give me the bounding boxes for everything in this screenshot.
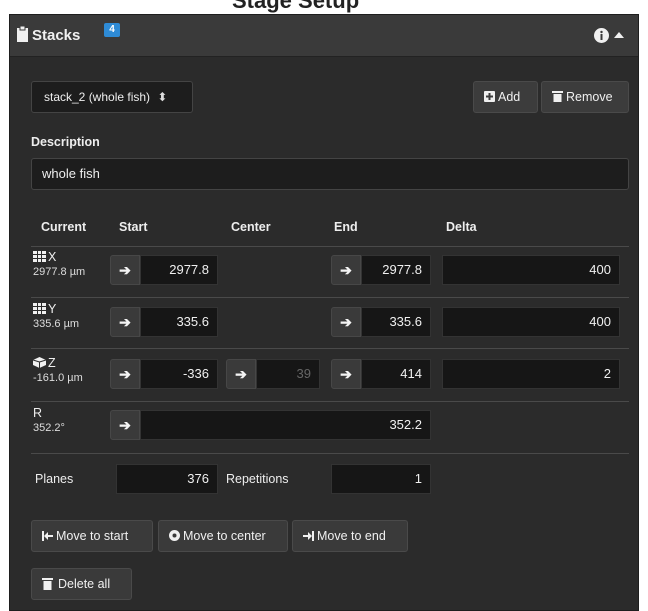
panel-header[interactable]: Stacks 4 [10,15,638,57]
planes-input[interactable]: 376 [116,464,218,494]
delta-z-input[interactable]: 2 [442,359,620,389]
remove-button[interactable]: Remove [541,81,629,113]
move-to-start-button[interactable]: Move to start [31,520,153,552]
delete-all-button[interactable]: Delete all [31,568,132,600]
current-z: -161.0 µm [33,372,83,384]
repetitions-label: Repetitions [226,472,289,486]
current-r: 352.2° [33,422,65,434]
set-start-z-button[interactable]: ➔ [110,359,140,389]
add-button[interactable]: Add [473,81,538,113]
start-y-input[interactable]: 335.6 [140,307,218,337]
set-end-x-button[interactable]: ➔ [331,255,361,285]
start-x-input[interactable]: 2977.8 [140,255,218,285]
col-end: End [334,220,358,234]
trash-icon [42,578,53,590]
add-button-label: Add [498,90,521,104]
select-arrows-icon: ⬍ [157,90,168,104]
move-to-center-button[interactable]: Move to center [158,520,288,552]
end-y-input[interactable]: 335.6 [361,307,431,337]
set-start-x-button[interactable]: ➔ [110,255,140,285]
set-center-z-button[interactable]: ➔ [226,359,256,389]
move-to-start-label: Move to start [56,529,129,543]
stack-select[interactable]: stack_2 (whole fish) ⬍ [31,81,193,113]
clipboard-icon [17,26,28,42]
trash-icon [552,91,563,102]
col-center: Center [231,220,271,234]
delta-y-input[interactable]: 400 [442,307,620,337]
move-to-end-button[interactable]: Move to end [292,520,408,552]
page-heading: Stage Setup [232,0,360,13]
description-label: Description [31,135,100,149]
info-icon[interactable] [594,28,609,43]
step-backward-icon [42,531,53,541]
center-target-icon [169,530,180,541]
end-z-input[interactable]: 414 [361,359,431,389]
repetitions-input[interactable]: 1 [331,464,431,494]
panel-title: Stacks [32,27,81,44]
move-to-end-label: Move to end [317,529,386,543]
description-input[interactable]: whole fish [31,158,629,190]
collapse-caret-icon[interactable] [614,32,624,38]
stacks-panel: Stacks 4 stack_2 (whole fish) ⬍ Add Remo… [9,14,639,611]
delta-x-input[interactable]: 400 [442,255,620,285]
delete-all-label: Delete all [58,577,111,591]
plus-square-icon [484,91,495,102]
col-delta: Delta [446,220,477,234]
grid-icon [33,251,46,262]
set-start-y-button[interactable]: ➔ [110,307,140,337]
col-start: Start [119,220,148,234]
axis-z-label: Z -161.0 µm [33,356,83,384]
col-current: Current [41,220,87,234]
start-z-input[interactable]: -336 [140,359,218,389]
current-x: 2977.8 µm [33,266,86,278]
move-to-center-label: Move to center [183,529,266,543]
stack-select-value: stack_2 (whole fish) [44,90,151,104]
center-z-input[interactable]: 39 [256,359,320,389]
axis-x-label: X 2977.8 µm [33,250,86,278]
set-end-y-button[interactable]: ➔ [331,307,361,337]
planes-label: Planes [35,472,74,486]
end-x-input[interactable]: 2977.8 [361,255,431,285]
current-y: 335.6 µm [33,318,80,330]
set-r-button[interactable]: ➔ [110,410,140,440]
page-heading-strip: Stage Setup [0,0,648,14]
remove-button-label: Remove [566,90,613,104]
axis-r-label: R 352.2° [33,406,65,434]
r-input[interactable]: 352.2 [140,410,431,440]
stack-count-badge: 4 [104,23,120,37]
axis-y-label: Y 335.6 µm [33,302,80,330]
cube-icon [33,357,46,368]
set-end-z-button[interactable]: ➔ [331,359,361,389]
step-forward-icon [303,531,314,541]
grid-icon [33,303,46,314]
